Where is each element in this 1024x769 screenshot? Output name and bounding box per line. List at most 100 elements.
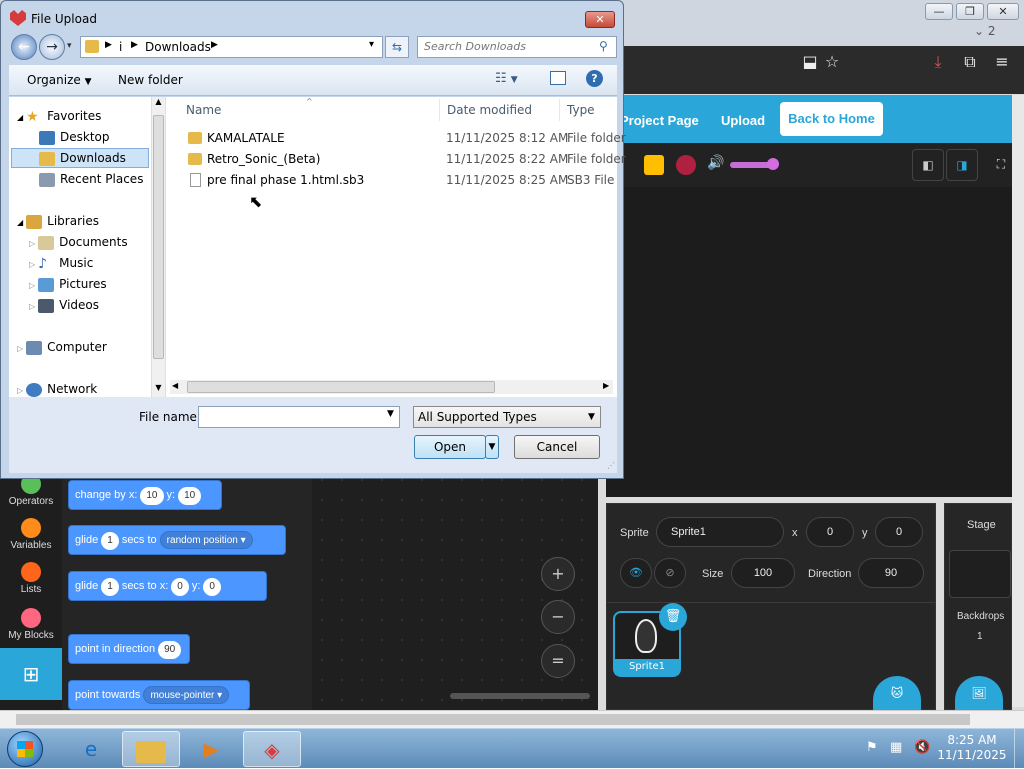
stop-icon[interactable] (676, 155, 696, 175)
media-player-icon[interactable]: ▶ (182, 731, 240, 767)
file-type-select[interactable]: All Supported Types ▼ (413, 406, 601, 428)
block-point-direction[interactable]: point in direction 90 (68, 634, 190, 664)
nav-desktop[interactable]: Desktop (39, 127, 110, 147)
scroll-down-icon[interactable]: ▼ (152, 383, 165, 392)
volume-slider-handle[interactable] (767, 158, 779, 170)
search-input[interactable]: Search Downloads (417, 36, 617, 58)
column-divider[interactable] (559, 99, 560, 121)
open-dropdown-icon[interactable]: ▼ (485, 435, 499, 459)
back-arrow-icon[interactable]: ← (11, 34, 37, 60)
scrollbar-thumb[interactable] (16, 714, 970, 725)
download-page-icon[interactable]: ⬓ (800, 52, 820, 72)
bookmark-star-icon[interactable]: ☆ (822, 52, 842, 72)
nav-downloads[interactable]: Downloads (39, 148, 126, 168)
nav-documents[interactable]: ▷ Documents (29, 232, 128, 252)
nav-scrollbar-thumb[interactable] (153, 115, 164, 359)
recent-pages-chevron-icon[interactable]: ▾ (67, 41, 72, 51)
workspace-scrollbar[interactable] (450, 693, 590, 699)
file-row[interactable]: pre final phase 1.html.sb3 11/11/2025 8:… (166, 170, 617, 190)
extensions-icon[interactable]: ⧉ (960, 52, 980, 72)
y-input[interactable]: 0 (203, 578, 221, 596)
clock[interactable]: 8:25 AM 11/11/2025 (934, 733, 1010, 763)
browser-close-button[interactable]: ✕ (987, 3, 1019, 20)
restore-button[interactable]: ❐ (956, 3, 984, 20)
view-options-icon[interactable]: ☷ ▼ (495, 71, 518, 86)
show-desktop-button[interactable] (1014, 729, 1024, 769)
organize-button[interactable]: Organize ▼ (27, 73, 92, 87)
file-explorer-icon[interactable] (122, 731, 180, 767)
column-header-date[interactable]: Date modified (447, 103, 532, 117)
direction-input[interactable]: 90 (158, 641, 182, 659)
volume-muted-icon[interactable]: 🔇 (914, 740, 930, 755)
delete-sprite-icon[interactable]: 🗑 (659, 603, 687, 631)
cancel-button[interactable]: Cancel (514, 435, 600, 459)
address-dropdown-icon[interactable]: ▾ (369, 39, 374, 50)
help-icon[interactable]: ? (586, 70, 603, 87)
forward-arrow-icon[interactable]: → (39, 34, 65, 60)
scroll-left-icon[interactable]: ◀ (172, 381, 178, 390)
file-row[interactable]: KAMALATALE 11/11/2025 8:12 AM File folde… (166, 128, 626, 148)
x-input[interactable]: 0 (806, 517, 854, 547)
nav-recent-places[interactable]: Recent Places (39, 169, 143, 189)
zoom-out-icon[interactable]: − (541, 600, 575, 634)
hide-eye-icon[interactable]: ⊘ (654, 558, 686, 588)
zoom-in-icon[interactable]: + (541, 557, 575, 591)
direction-input[interactable]: 90 (858, 558, 924, 588)
network-tray-icon[interactable]: ▦ (890, 740, 902, 755)
category-variables[interactable]: Variables (0, 518, 62, 551)
block-point-towards[interactable]: point towards mouse-pointer ▾ (68, 680, 250, 710)
preview-pane-icon[interactable] (550, 71, 566, 85)
column-header-type[interactable]: Type (567, 103, 595, 117)
secs-input[interactable]: 1 (101, 578, 119, 596)
breadcrumb-root[interactable]: i (119, 40, 122, 54)
show-eye-icon[interactable]: 👁 (620, 558, 652, 588)
target-dropdown[interactable]: mouse-pointer ▾ (143, 686, 230, 704)
menu-icon[interactable]: ≡ (992, 52, 1012, 72)
nav-favorites[interactable]: ◢ ★ Favorites (17, 106, 101, 126)
browser-app-icon[interactable]: ◈ (243, 731, 301, 767)
minimize-button[interactable]: — (925, 3, 953, 20)
breadcrumb-current[interactable]: Downloads (145, 40, 211, 54)
y-input[interactable]: 0 (875, 517, 923, 547)
column-header-name[interactable]: Name (186, 103, 221, 117)
column-divider[interactable] (439, 99, 440, 121)
file-name-dropdown-icon[interactable]: ▼ (387, 409, 394, 419)
resize-grip-icon[interactable]: ⋰ (607, 461, 615, 470)
choose-sprite-icon[interactable]: 🐱 (873, 676, 921, 710)
nav-scrollbar[interactable]: ▲ ▼ (151, 97, 165, 397)
pause-icon[interactable] (644, 155, 664, 175)
close-icon[interactable]: ✕ (585, 11, 615, 28)
x-input[interactable]: 0 (171, 578, 189, 596)
nav-network[interactable]: ▷ Network (17, 379, 97, 399)
choose-backdrop-icon[interactable]: 🖼 (955, 676, 1003, 710)
internet-explorer-icon[interactable]: e (62, 731, 120, 767)
nav-pictures[interactable]: ▷ Pictures (29, 274, 107, 294)
size-input[interactable]: 100 (731, 558, 795, 588)
category-lists[interactable]: Lists (0, 562, 62, 595)
upload-link[interactable]: Upload (721, 105, 765, 137)
nav-videos[interactable]: ▷ Videos (29, 295, 99, 315)
sprite-name-input[interactable]: Sprite1 (656, 517, 784, 547)
scroll-up-icon[interactable]: ▲ (152, 97, 165, 106)
file-list-hscrollbar-thumb[interactable] (187, 381, 495, 393)
address-bar[interactable]: ▶ i ▶ Downloads ▶ ▾ (80, 36, 383, 58)
x-input[interactable]: 10 (140, 487, 164, 505)
nav-libraries[interactable]: ◢ Libraries (17, 211, 99, 231)
stage-thumbnail[interactable] (949, 550, 1011, 598)
file-list-hscrollbar[interactable]: ◀ ▶ (170, 380, 613, 394)
normal-stage-icon[interactable]: ◨ (946, 149, 978, 181)
start-button[interactable] (7, 731, 43, 767)
nav-computer[interactable]: ▷ Computer (17, 337, 107, 357)
scroll-right-icon[interactable]: ▶ (603, 381, 609, 390)
category-my-blocks[interactable]: My Blocks (0, 608, 62, 641)
new-folder-button[interactable]: New folder (118, 73, 183, 87)
open-button[interactable]: Open (414, 435, 486, 459)
page-scrollbar[interactable] (1012, 95, 1024, 707)
file-name-input[interactable] (198, 406, 400, 428)
back-to-home-button[interactable]: Back to Home (780, 102, 883, 136)
add-extension-icon[interactable]: ⊞ (0, 648, 62, 700)
file-row[interactable]: Retro_Sonic_(Beta) 11/11/2025 8:22 AM Fi… (166, 149, 626, 169)
y-input[interactable]: 10 (178, 487, 202, 505)
tab-list-button[interactable]: ⌄ 2 (974, 24, 1014, 42)
project-page-link[interactable]: Project Page (620, 105, 699, 137)
